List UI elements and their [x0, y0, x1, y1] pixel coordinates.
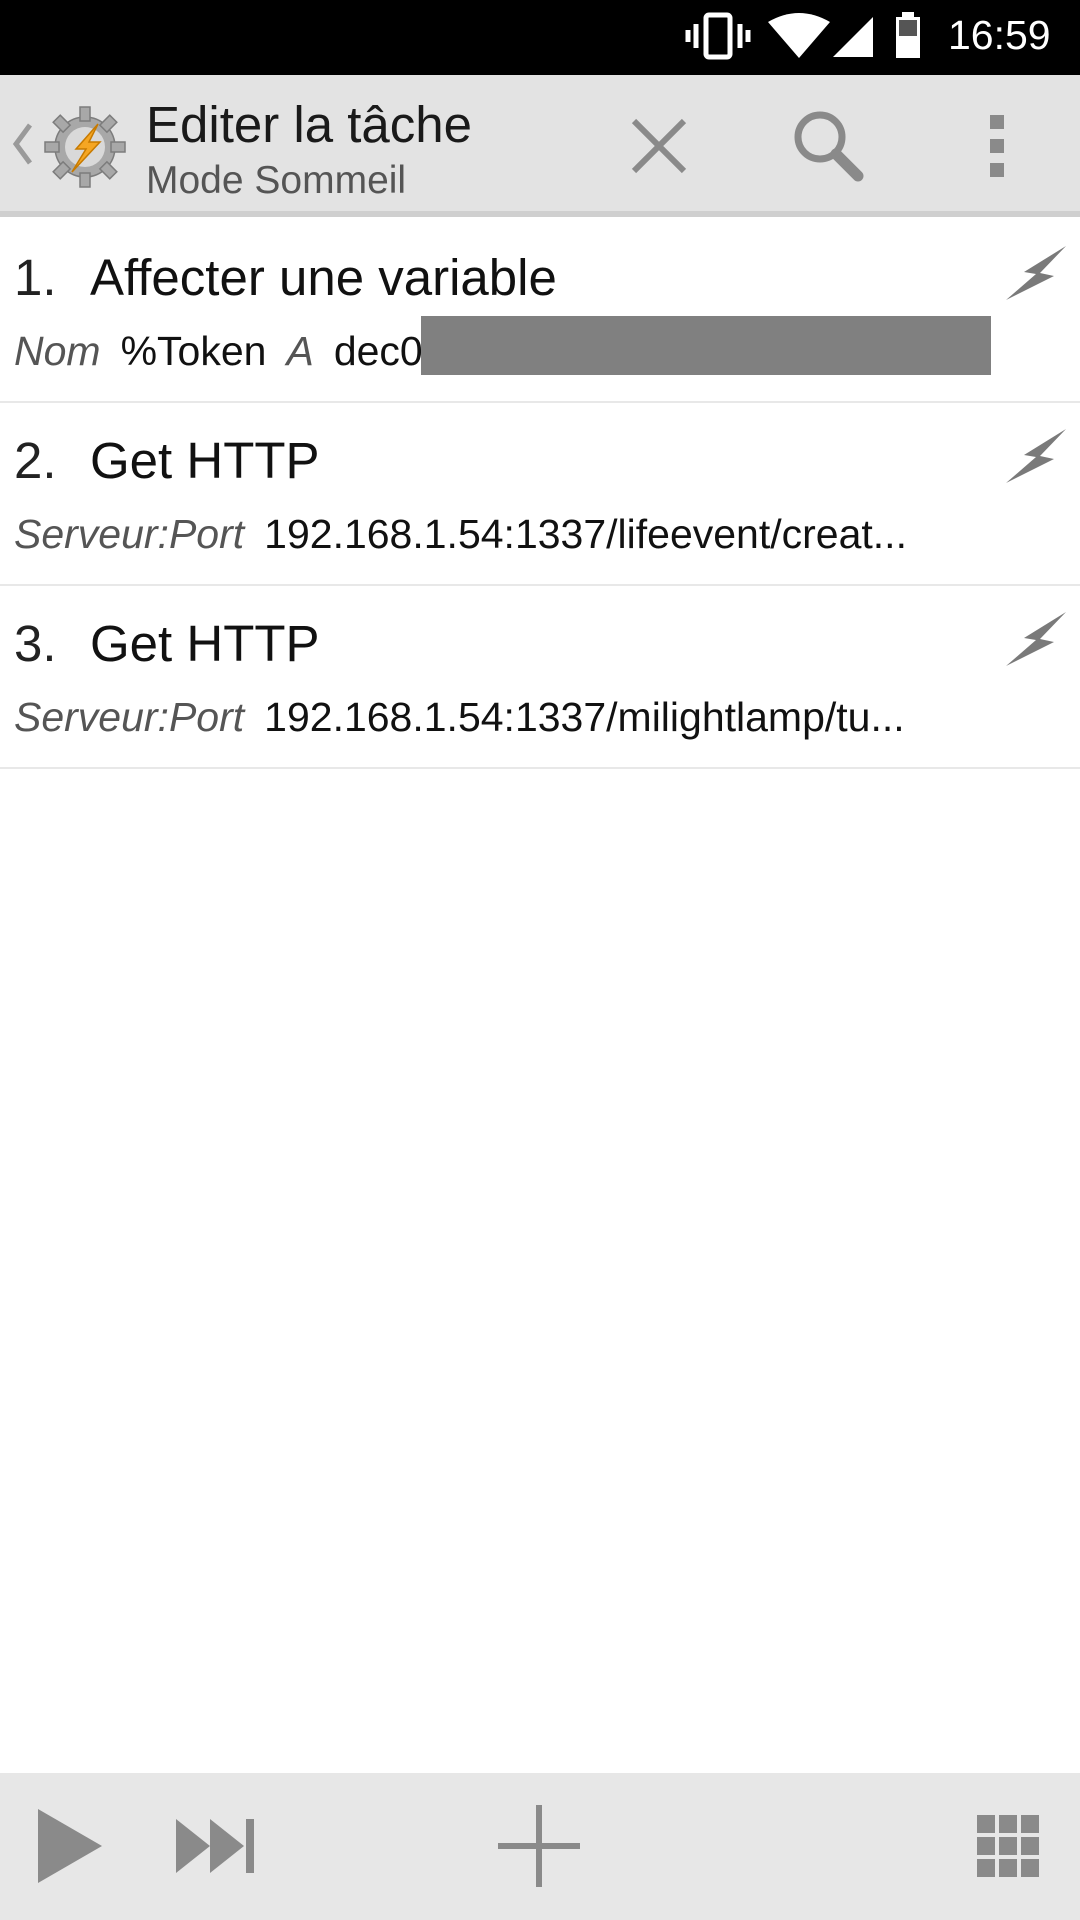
param-label: Serveur:Port [14, 694, 245, 740]
param-value: dec0 [333, 328, 423, 374]
bottom-toolbar [0, 1773, 1080, 1920]
param-label: Serveur:Port [14, 511, 245, 557]
action-name: Get HTTP [90, 615, 320, 672]
list-item-action-2[interactable]: 2. Get HTTP Serveur:Port 192.168.1.54:133… [0, 403, 1080, 586]
back-chevron-icon[interactable] [10, 119, 34, 169]
redaction-block [421, 316, 991, 375]
action-bar: Editer la tâche Mode Sommeil [0, 75, 1080, 217]
overflow-menu-icon[interactable] [952, 101, 1042, 191]
action-params: Serveur:Port 192.168.1.54:1337/milightlam… [14, 694, 994, 741]
action-name: Get HTTP [90, 432, 320, 489]
action-params: Serveur:Port 192.168.1.54:1337/lifeevent/… [14, 511, 994, 558]
action-number: 1. [14, 249, 57, 306]
lightning-icon[interactable] [1002, 425, 1068, 487]
vibrate-icon [685, 12, 751, 60]
list-item-action-1[interactable]: 1. Affecter une variable Nom %Token Adec0 [0, 220, 1080, 403]
param-value: %Token [120, 328, 267, 374]
param-value: 192.168.1.54:1337/lifeevent/creat... [264, 511, 907, 557]
tasker-gear-lightning-icon[interactable] [40, 102, 130, 192]
add-icon[interactable] [496, 1803, 582, 1889]
search-icon[interactable] [782, 101, 872, 191]
list-item-action-3[interactable]: 3. Get HTTP Serveur:Port 192.168.1.54:133… [0, 586, 1080, 769]
battery-icon [896, 12, 920, 58]
step-forward-icon[interactable] [172, 1813, 260, 1879]
play-icon[interactable] [30, 1803, 110, 1889]
param-value: 192.168.1.54:1337/milightlamp/tu... [264, 694, 905, 740]
action-number: 3. [14, 615, 57, 672]
lightning-icon[interactable] [1002, 608, 1068, 670]
status-bar: 16:59 [0, 0, 1080, 75]
task-name-subtitle: Mode Sommeil [146, 159, 407, 202]
param-label: Nom [14, 328, 101, 374]
grid-icon[interactable] [975, 1813, 1041, 1879]
action-number: 2. [14, 432, 57, 489]
param-label: A [286, 328, 314, 374]
lightning-icon[interactable] [1002, 242, 1068, 304]
status-time: 16:59 [948, 12, 1051, 58]
close-icon[interactable] [614, 101, 704, 191]
action-name: Affecter une variable [90, 249, 557, 306]
wifi-icon [768, 13, 830, 58]
signal-icon [833, 17, 873, 57]
page-title: Editer la tâche [146, 96, 473, 153]
